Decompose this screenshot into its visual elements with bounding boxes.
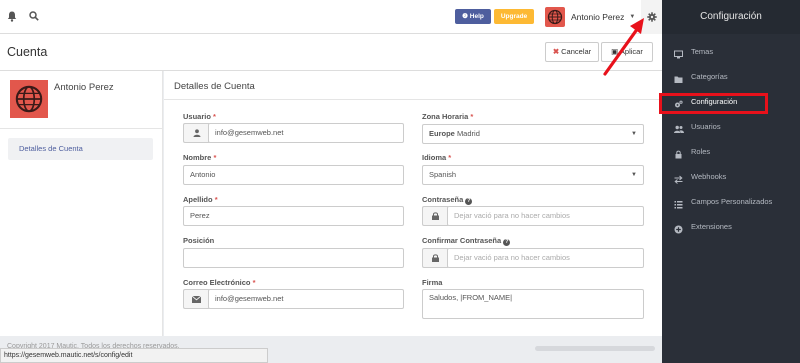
lock-icon	[422, 206, 448, 226]
nombre-label: Nombre *	[183, 153, 217, 162]
sidebar-item-roles[interactable]: Roles	[662, 143, 800, 161]
divider	[0, 128, 163, 129]
cancel-button[interactable]: ✖ Cancelar	[545, 42, 599, 62]
cancel-label: Cancelar	[561, 47, 592, 56]
confirmar-input[interactable]: Dejar vació para no hacer cambios	[447, 248, 644, 268]
list-icon	[674, 198, 683, 208]
apellido-label-text: Apellido	[183, 195, 213, 204]
divider	[164, 99, 662, 100]
apellido-label: Apellido *	[183, 195, 218, 204]
exchange-icon	[674, 173, 683, 184]
contrasena-input[interactable]: Dejar vació para no hacer cambios	[447, 206, 644, 226]
chevron-down-icon: ▼	[631, 131, 637, 137]
nombre-label-text: Nombre	[183, 153, 212, 162]
sidebar-title: Configuración	[662, 0, 800, 34]
confirmar-label-text: Confirmar Contraseña	[422, 236, 502, 245]
desktop-icon	[674, 48, 683, 58]
sidebar-item-label: Extensiones	[691, 222, 732, 231]
sidebar-item-webhooks[interactable]: Webhooks	[662, 168, 800, 186]
help-button[interactable]: ❷ Help	[455, 9, 491, 24]
idioma-select[interactable]: Spanish ▼	[422, 165, 644, 185]
sidebar-item-label: Temas	[691, 47, 714, 56]
posicion-input[interactable]	[183, 248, 404, 268]
help-button-label: Help	[469, 13, 484, 20]
contrasena-label-text: Contraseña	[422, 195, 464, 204]
page-header: Cuenta ✖ Cancelar ▣ Aplicar	[0, 34, 662, 71]
firma-label: Firma	[422, 278, 443, 287]
user-icon	[183, 123, 209, 143]
zona-group: Europe	[429, 129, 455, 138]
usuario-label-text: Usuario	[183, 112, 211, 121]
users-icon	[674, 123, 684, 133]
usuario-label: Usuario *	[183, 112, 216, 121]
profile-name: Antonio Perez	[54, 82, 114, 93]
apellido-input[interactable]: Perez	[183, 206, 404, 226]
form-title: Detalles de Cuenta	[174, 81, 255, 92]
status-bar-url: https://gesemweb.mautic.net/s/config/edi…	[0, 348, 268, 363]
zona-value: Madrid	[456, 129, 480, 138]
idioma-value: Spanish	[429, 170, 457, 179]
close-icon: ✖	[552, 47, 560, 56]
idioma-label-text: Idioma	[422, 153, 447, 162]
profile-nav-item-account-details[interactable]: Detalles de Cuenta	[8, 138, 153, 160]
folder-icon	[674, 73, 683, 83]
plus-circle-icon	[674, 223, 683, 233]
sidebar-item-usuarios[interactable]: Usuarios	[662, 118, 800, 136]
horizontal-scrollbar[interactable]	[535, 346, 655, 351]
idioma-label: Idioma *	[422, 153, 452, 162]
help-icon[interactable]: ?	[503, 239, 511, 246]
zona-label-text: Zona Horaria	[422, 112, 469, 121]
avatar	[545, 7, 565, 27]
nombre-input[interactable]: Antonio	[183, 165, 404, 185]
profile-panel: Antonio Perez Detalles de Cuenta	[0, 71, 163, 336]
profile-avatar	[10, 80, 48, 118]
account-form-panel: Detalles de Cuenta Usuario * info@gesemw…	[164, 71, 662, 336]
envelope-icon	[183, 289, 209, 309]
top-bar: ❷ Help Upgrade Antonio Perez ▼	[0, 0, 662, 34]
search-icon[interactable]	[28, 11, 40, 23]
usuario-input[interactable]: info@gesemweb.net	[208, 123, 404, 143]
correo-label: Correo Electrónico *	[183, 278, 256, 287]
sidebar-item-extensiones[interactable]: Extensiones	[662, 218, 800, 236]
sidebar-item-label: Usuarios	[691, 122, 721, 131]
sidebar-item-label: Webhooks	[691, 172, 727, 181]
sidebar-item-categorias[interactable]: Categorías	[662, 68, 800, 86]
lock-icon	[422, 248, 448, 268]
firma-textarea[interactable]: Saludos, |FROM_NAME|	[422, 289, 644, 319]
arrow-annotation	[603, 18, 644, 76]
highlight-annotation	[659, 93, 768, 114]
contrasena-label: Contraseña ?	[422, 195, 473, 205]
sidebar-item-temas[interactable]: Temas	[662, 43, 800, 61]
sidebar-item-label: Categorías	[691, 72, 728, 81]
lock-icon	[674, 148, 683, 158]
settings-sidebar: Configuración Temas Categorías Configura…	[662, 0, 800, 363]
page-title: Cuenta	[7, 45, 48, 59]
posicion-label: Posición	[183, 236, 215, 245]
zona-label: Zona Horaria *	[422, 112, 474, 121]
upgrade-button[interactable]: Upgrade	[494, 9, 534, 24]
help-icon[interactable]: ?	[465, 198, 473, 205]
correo-label-text: Correo Electrónico	[183, 278, 251, 287]
zona-select[interactable]: Europe Madrid ▼	[422, 124, 644, 144]
chevron-down-icon: ▼	[631, 172, 637, 178]
sidebar-item-label: Campos Personalizados	[691, 197, 773, 206]
correo-input[interactable]: info@gesemweb.net	[208, 289, 404, 309]
sidebar-item-label: Roles	[691, 147, 711, 156]
help-icon: ❷	[462, 13, 468, 20]
confirmar-label: Confirmar Contraseña ?	[422, 236, 511, 246]
sidebar-item-campos-personalizados[interactable]: Campos Personalizados	[662, 193, 800, 211]
bell-icon[interactable]	[6, 11, 18, 23]
